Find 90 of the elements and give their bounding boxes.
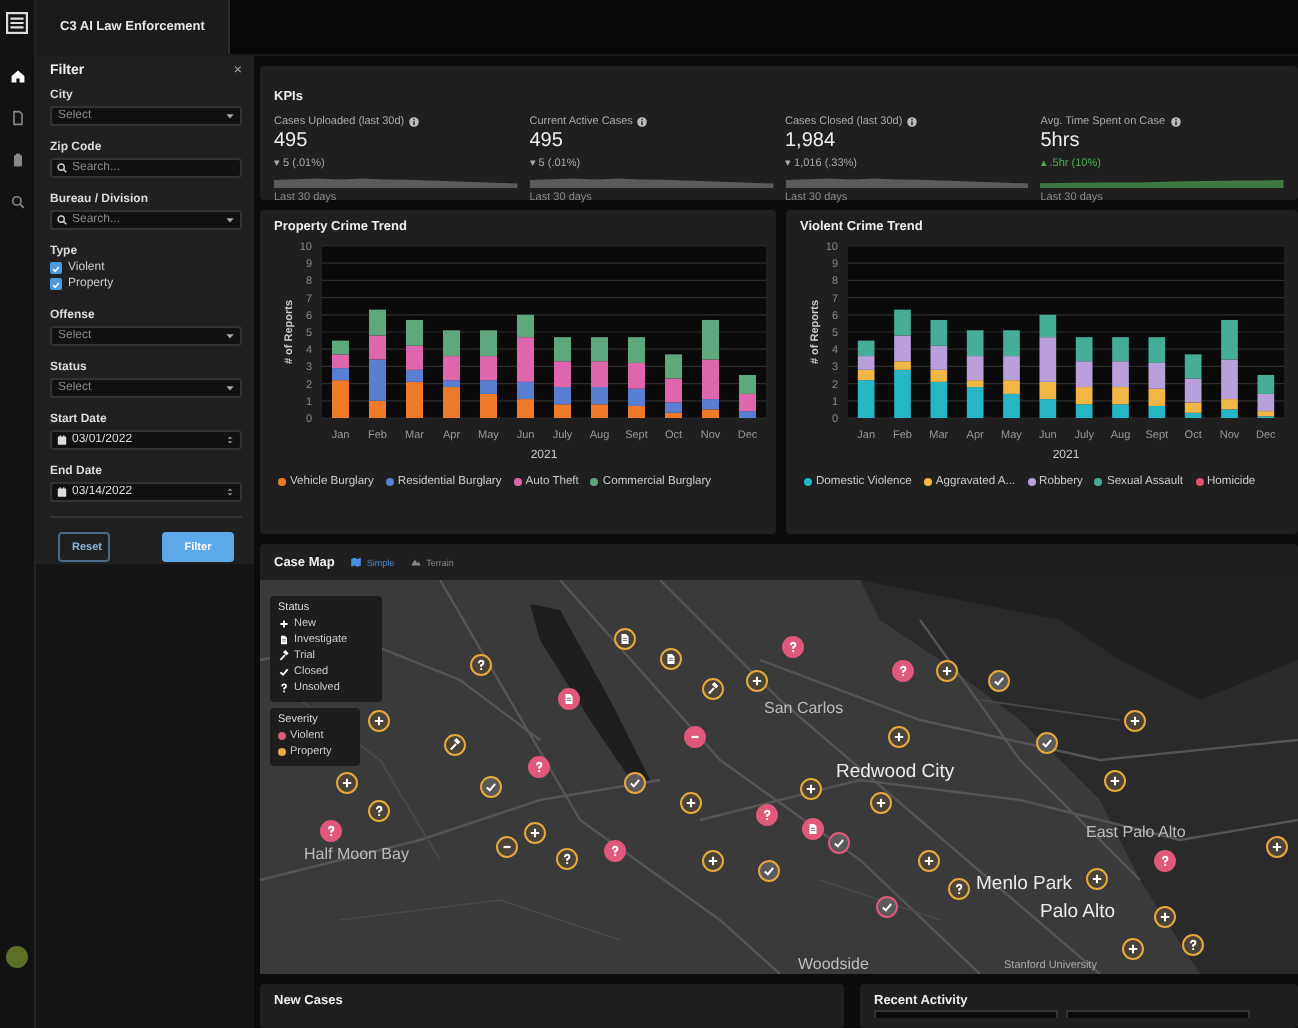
question-icon	[951, 881, 965, 895]
bar	[1003, 330, 1020, 357]
bar	[1221, 319, 1238, 360]
check-icon	[761, 863, 775, 877]
plus-icon	[1157, 909, 1171, 923]
bar	[930, 319, 948, 346]
plus-icon	[705, 853, 719, 867]
calendar-icon	[56, 486, 68, 498]
document-icon	[617, 631, 631, 645]
checkbox[interactable]	[50, 262, 62, 274]
place-label: San Carlos	[764, 699, 844, 717]
plus-icon	[1089, 871, 1103, 885]
caret-icon	[224, 110, 236, 122]
check-icon	[831, 835, 845, 849]
document-icon	[278, 634, 290, 646]
plus-icon	[683, 795, 697, 809]
logo-icon[interactable]	[6, 12, 28, 34]
info-icon	[408, 116, 421, 128]
question-icon	[531, 759, 545, 773]
spinner-icon	[224, 486, 236, 498]
plus-icon	[749, 673, 763, 687]
question-icon	[278, 682, 290, 694]
bar	[1257, 375, 1275, 394]
question-icon	[895, 663, 909, 677]
search-icon	[56, 214, 68, 226]
spinner-icon	[224, 434, 236, 446]
caret-icon	[224, 382, 236, 394]
question-icon	[785, 639, 799, 653]
bar	[1112, 337, 1129, 362]
check-icon	[483, 779, 497, 793]
gavel-icon	[278, 650, 290, 662]
terrain-icon	[410, 556, 423, 568]
plus-icon	[339, 775, 353, 789]
plus-icon	[803, 781, 817, 795]
check-icon	[1039, 735, 1053, 749]
question-icon	[1157, 853, 1171, 867]
question-icon	[759, 807, 773, 821]
place-label: East Palo Alto	[1086, 823, 1186, 841]
question-icon	[473, 657, 487, 671]
question-icon	[1185, 937, 1199, 951]
kpi-value: 495	[529, 130, 565, 152]
plus-icon	[1269, 839, 1283, 853]
kpi-value: 495	[274, 130, 310, 152]
plus-icon	[1127, 713, 1141, 727]
question-icon	[607, 843, 621, 857]
plus-icon	[278, 618, 290, 630]
gavel-icon	[447, 737, 461, 751]
calendar-icon	[56, 434, 68, 446]
bar	[1039, 399, 1057, 418]
home-icon	[9, 68, 25, 84]
check-icon	[991, 673, 1005, 687]
check-icon	[879, 899, 893, 913]
document-icon	[561, 691, 575, 705]
plus-icon	[921, 853, 935, 867]
search-icon	[9, 194, 25, 210]
kpi-value: 5hrs	[1040, 130, 1082, 152]
place-label: Woodside	[798, 955, 869, 973]
plus-icon	[371, 713, 385, 727]
question-icon	[323, 823, 337, 837]
caret-icon	[224, 214, 236, 226]
place-label: Half Moon Bay	[304, 845, 409, 863]
checkbox[interactable]	[50, 278, 62, 290]
map-icon	[350, 556, 363, 568]
document-icon	[663, 651, 677, 665]
info-icon	[906, 116, 919, 128]
place-label: Redwood City	[836, 761, 955, 783]
check-icon	[627, 775, 641, 789]
bar	[894, 309, 911, 336]
kpi-value: 1,984	[785, 130, 838, 152]
clipboard-icon	[9, 152, 25, 168]
search-icon	[56, 162, 68, 174]
document-icon	[805, 821, 819, 835]
caret-icon	[224, 330, 236, 342]
plus-icon	[1107, 773, 1121, 787]
avatar[interactable]	[6, 946, 28, 968]
plus-icon	[939, 663, 953, 677]
question-icon	[559, 851, 573, 865]
plus-icon	[1125, 941, 1139, 955]
bar	[1148, 337, 1166, 363]
place-label: Menlo Park	[976, 873, 1073, 895]
question-icon	[371, 803, 385, 817]
gavel-icon	[705, 681, 719, 695]
plus-icon	[891, 729, 905, 743]
place-label: Palo Alto	[1040, 901, 1115, 923]
check-icon	[278, 666, 290, 678]
info-icon	[636, 116, 649, 128]
plus-icon	[873, 795, 887, 809]
info-icon	[1169, 116, 1182, 128]
plus-icon	[527, 825, 541, 839]
document-icon	[9, 110, 25, 126]
